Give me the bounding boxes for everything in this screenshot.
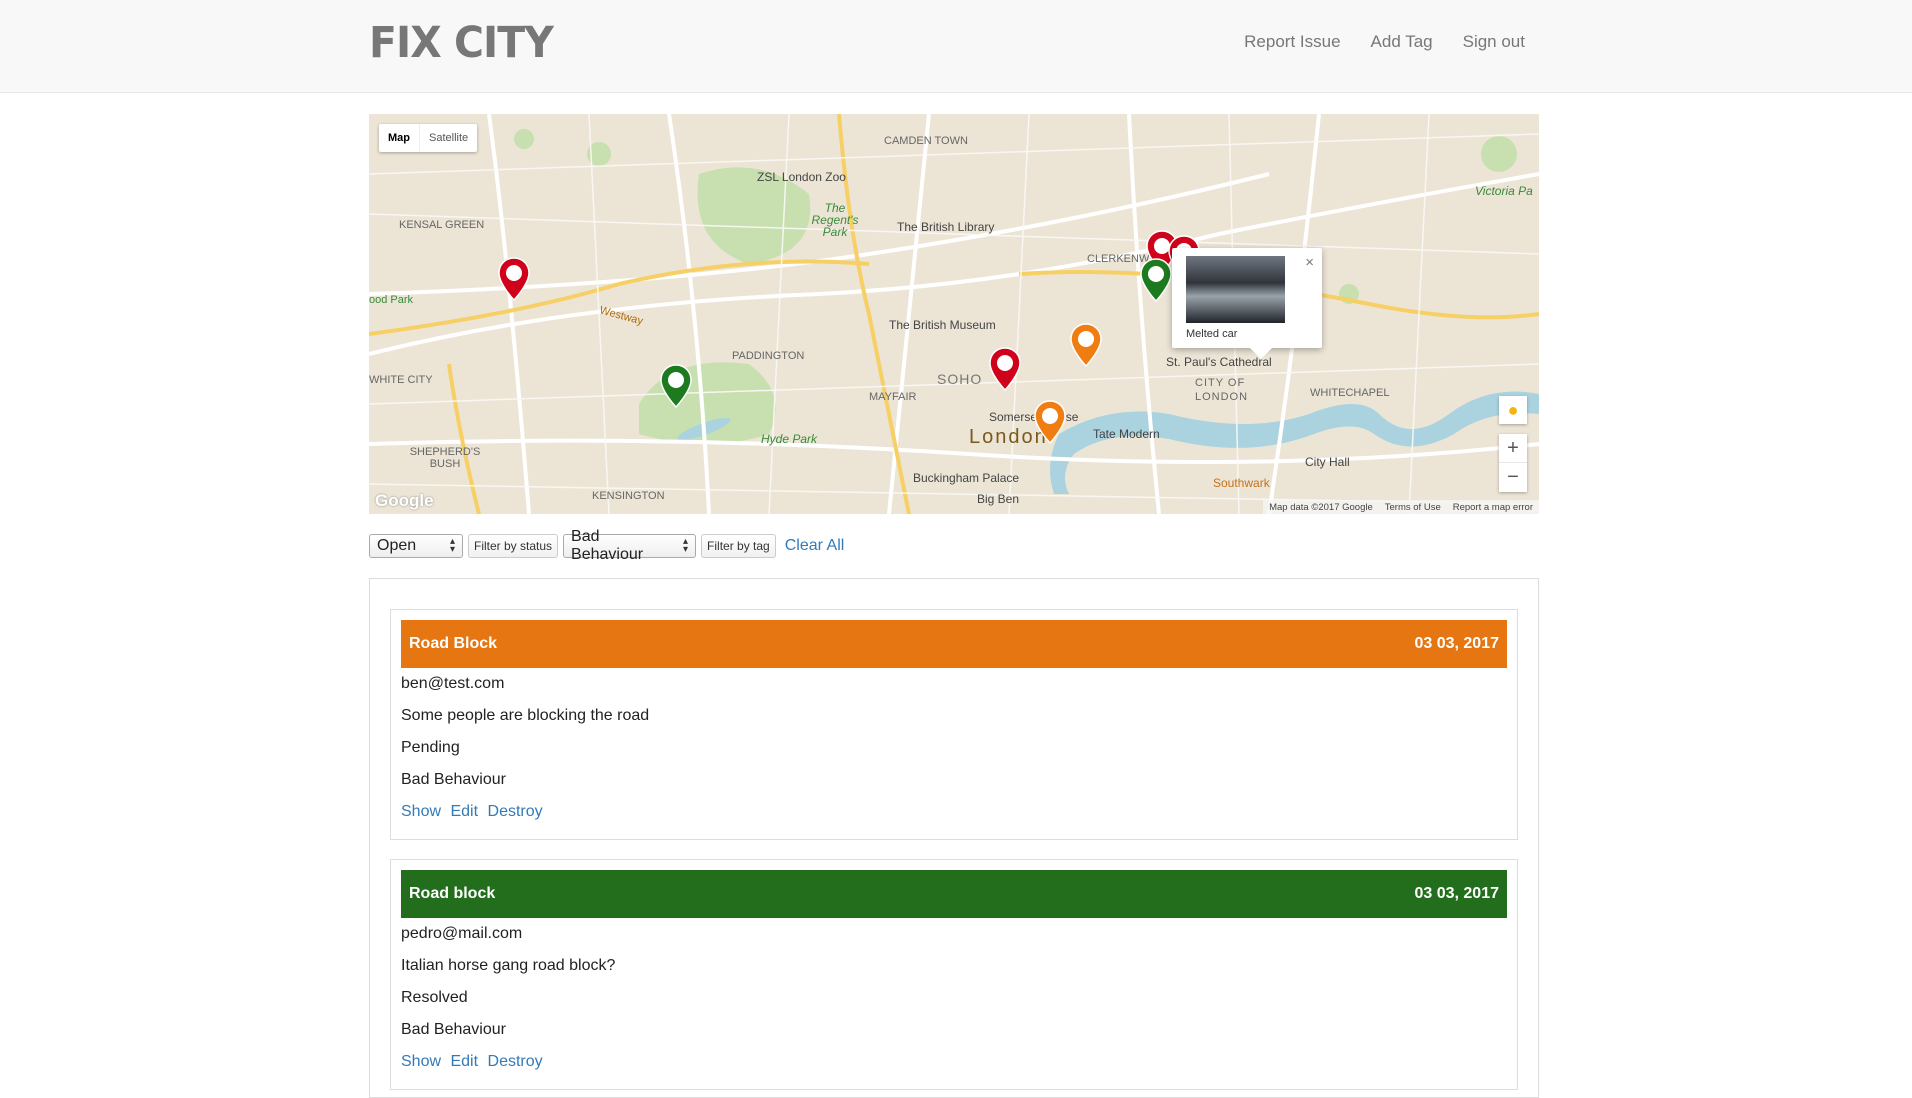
nav-report-issue[interactable]: Report Issue	[1244, 32, 1340, 52]
map-attribution: Map data ©2017 Google Terms of Use Repor…	[1263, 500, 1539, 514]
issue-date: 03 03, 2017	[1414, 885, 1499, 902]
show-link[interactable]: Show	[401, 803, 441, 820]
map-label: MAYFAIR	[869, 391, 917, 403]
map-label: Southwark	[1213, 476, 1270, 490]
report-map-error-link[interactable]: Report a map error	[1453, 502, 1533, 513]
issue-title: Road Block	[409, 635, 498, 652]
map-label: ood Park	[369, 294, 414, 306]
map-label: Big Ben	[977, 492, 1020, 506]
map-label: City Hall	[1305, 455, 1350, 469]
nav-sign-out[interactable]: Sign out	[1463, 32, 1525, 52]
tag-select-value: Bad Behaviour	[571, 528, 644, 563]
map-label: PADDINGTON	[732, 350, 805, 362]
issue-tag: Bad Behaviour	[401, 771, 506, 788]
issue-email: pedro@mail.com	[401, 925, 523, 942]
destroy-link[interactable]: Destroy	[488, 803, 543, 820]
map-marker-pin-icon[interactable]	[1139, 257, 1173, 303]
map-infowindow: Melted car ×	[1172, 248, 1322, 359]
issue-actions: Show Edit Destroy	[401, 796, 1507, 828]
issue-status: Resolved	[401, 989, 468, 1006]
map-type-control: Map Satellite	[379, 124, 478, 152]
infowindow-caption: Melted car	[1186, 328, 1238, 340]
map-base-layer	[369, 114, 1539, 514]
zoom-in-button[interactable]: +	[1499, 434, 1527, 463]
map-label: Buckingham Palace	[913, 471, 1020, 485]
nav-links: Report Issue Add Tag Sign out	[1244, 32, 1525, 52]
issue-header: Road Block 03 03, 2017	[401, 620, 1507, 668]
issue-header: Road block 03 03, 2017	[401, 870, 1507, 918]
map-label: The Regent's Park	[811, 201, 859, 239]
filter-bar: Open ▴ ▾ Filter by status Bad Behaviour ▴…	[369, 528, 845, 563]
map-label: SHEPHERD'S BUSH	[409, 446, 481, 470]
map-marker-pin-icon[interactable]	[497, 256, 531, 302]
map-label: CITY OF LONDON	[1195, 377, 1249, 403]
map-data-credit: Map data ©2017 Google	[1269, 501, 1373, 513]
issue-actions: Show Edit Destroy	[401, 1046, 1507, 1078]
map-label: Victoria Pa	[1475, 184, 1533, 198]
destroy-link[interactable]: Destroy	[488, 1053, 543, 1070]
issue-status: Pending	[401, 739, 460, 756]
issue-card: Road block 03 03, 2017 pedro@mail.com It…	[390, 859, 1518, 1090]
navbar: FIX CITY Report Issue Add Tag Sign out	[0, 0, 1912, 93]
issue-tag: Bad Behaviour	[401, 1021, 506, 1038]
map-label: CAMDEN TOWN	[884, 135, 968, 147]
map-type-satellite[interactable]: Satellite	[419, 124, 477, 152]
map-label: The British Library	[897, 220, 995, 234]
terms-link[interactable]: Terms of Use	[1385, 502, 1441, 513]
map-label: KENSAL GREEN	[399, 219, 485, 231]
map-type-map[interactable]: Map	[379, 124, 419, 152]
map-label: ZSL London Zoo	[757, 170, 846, 184]
nav-add-tag[interactable]: Add Tag	[1371, 32, 1433, 52]
zoom-control: + −	[1499, 434, 1527, 492]
tag-select[interactable]: Bad Behaviour ▴ ▾	[563, 528, 697, 563]
select-arrows-icon: ▴ ▾	[449, 536, 455, 555]
edit-link[interactable]: Edit	[450, 803, 478, 820]
edit-link[interactable]: Edit	[450, 1053, 478, 1070]
issue-list: Road Block 03 03, 2017 ben@test.com Some…	[369, 578, 1539, 1098]
map-label: WHITE CITY	[369, 374, 433, 386]
filter-by-status-button[interactable]: Filter by status	[468, 534, 559, 558]
map-marker-pin-icon[interactable]	[1033, 399, 1067, 445]
map-marker-pin-icon[interactable]	[1069, 322, 1103, 368]
filter-by-tag-button[interactable]: Filter by tag	[701, 534, 776, 558]
status-select-value: Open	[377, 537, 417, 554]
issue-card: Road Block 03 03, 2017 ben@test.com Some…	[390, 609, 1518, 840]
zoom-out-button[interactable]: −	[1499, 463, 1527, 492]
issue-description: Italian horse gang road block?	[401, 957, 616, 974]
issue-photo-thumbnail[interactable]	[1186, 256, 1285, 323]
issue-description: Some people are blocking the road	[401, 707, 650, 724]
issues-map[interactable]: Map Satellite CAMDEN TOWN ZSL London Zoo…	[369, 114, 1539, 514]
map-marker-pin-icon[interactable]	[988, 346, 1022, 392]
clear-all-link[interactable]: Clear All	[785, 537, 845, 555]
map-marker-pin-icon[interactable]	[659, 363, 693, 409]
map-label: SOHO	[937, 371, 983, 387]
select-arrows-icon: ▴ ▾	[683, 536, 689, 555]
issue-date: 03 03, 2017	[1414, 635, 1499, 652]
map-label: Tate Modern	[1093, 427, 1160, 441]
map-label: Hyde Park	[761, 432, 818, 446]
brand-logo[interactable]: FIX CITY	[369, 18, 554, 68]
issue-title: Road block	[409, 885, 496, 902]
map-label: WHITECHAPEL	[1310, 387, 1390, 399]
map-label: KENSINGTON	[592, 490, 665, 502]
pegman-icon[interactable]: ●	[1499, 396, 1527, 424]
map-label: The British Museum	[889, 318, 996, 332]
infowindow-tail	[1250, 348, 1272, 359]
close-icon[interactable]: ×	[1305, 254, 1314, 271]
status-select[interactable]: Open ▴ ▾	[369, 534, 463, 558]
issue-email: ben@test.com	[401, 675, 505, 692]
show-link[interactable]: Show	[401, 1053, 441, 1070]
google-logo: Google	[375, 491, 434, 510]
